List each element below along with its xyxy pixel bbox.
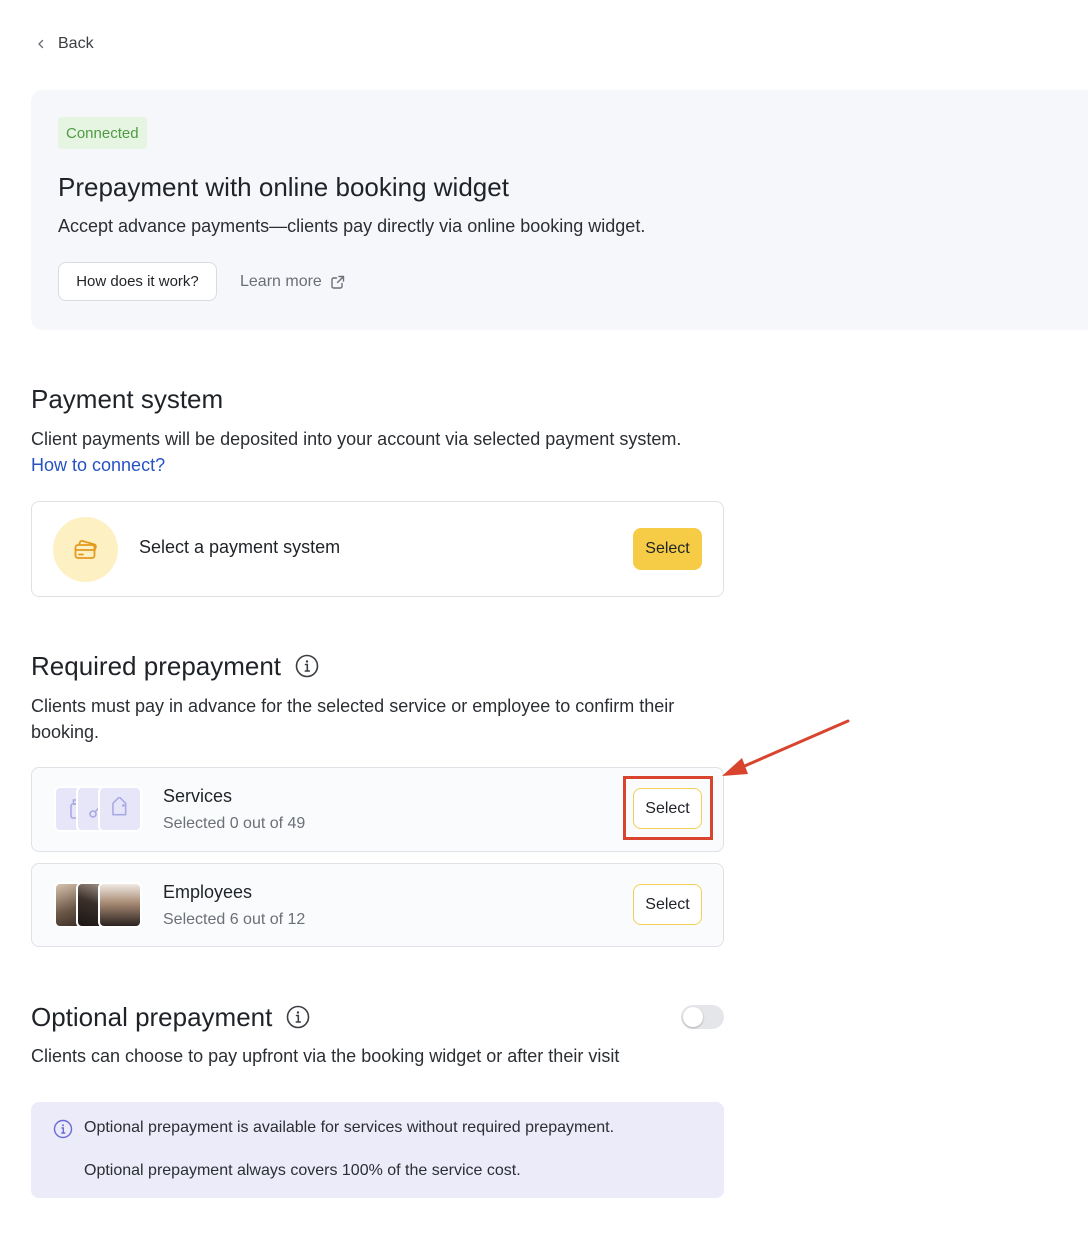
- payment-system-label: Select a payment system: [139, 537, 341, 557]
- note-line: Optional prepayment is available for ser…: [84, 1119, 615, 1136]
- required-prepayment-title-text: Required prepayment: [31, 651, 282, 681]
- info-icon[interactable]: [295, 654, 319, 678]
- page-title: Prepayment with online booking widget: [58, 172, 509, 202]
- employees-title: Employees: [163, 882, 253, 902]
- required-prepayment-description: Clients must pay in advance for the sele…: [31, 696, 675, 742]
- chevron-left-icon: [38, 39, 44, 49]
- credit-card-icon: [74, 539, 97, 559]
- optional-prepayment-toggle[interactable]: [681, 1005, 724, 1029]
- services-count: Selected 0 out of 49: [163, 815, 306, 832]
- how-to-connect-link[interactable]: How to connect?: [31, 455, 165, 475]
- external-link-icon: [331, 275, 345, 289]
- toggle-knob: [683, 1007, 703, 1027]
- employees-row: Employees Selected 6 out of 12 Select: [31, 863, 724, 947]
- payment-system-title-text: Payment system: [31, 384, 224, 414]
- back-link[interactable]: Back: [36, 34, 94, 54]
- prepayment-hero-card: Connected Prepayment with online booking…: [31, 90, 1088, 330]
- how-does-it-work-button[interactable]: How does it work?: [58, 262, 217, 301]
- payment-system-title: Payment system: [31, 382, 223, 416]
- status-badge: Connected: [58, 117, 147, 149]
- payment-system-description: Client payments will be deposited into y…: [31, 426, 721, 478]
- required-prepayment-title: Required prepayment: [31, 649, 319, 683]
- optional-prepayment-description: Clients can choose to pay upfront via th…: [31, 1046, 620, 1066]
- employee-avatars: [54, 882, 144, 928]
- info-note: Optional prepayment is available for ser…: [31, 1102, 724, 1198]
- page-description: Accept advance payments—clients pay dire…: [58, 216, 646, 236]
- optional-prepayment-title-text: Optional prepayment: [31, 1002, 273, 1032]
- tag-icon: [112, 797, 127, 816]
- payment-system-card: Select a payment system Select: [31, 501, 724, 597]
- back-label: Back: [58, 35, 94, 52]
- learn-more-label: Learn more: [240, 273, 322, 290]
- services-row: Services Selected 0 out of 49 Select: [31, 767, 724, 852]
- service-thumb: [98, 786, 142, 832]
- select-services-button[interactable]: Select: [633, 788, 702, 829]
- learn-more-link[interactable]: Learn more: [240, 271, 346, 293]
- avatar: [98, 882, 142, 928]
- payment-icon-circle: [53, 517, 118, 582]
- select-payment-system-button[interactable]: Select: [633, 528, 702, 570]
- select-employees-button[interactable]: Select: [633, 884, 702, 925]
- optional-prepayment-title: Optional prepayment: [31, 1000, 310, 1034]
- services-thumbnails: [54, 786, 144, 832]
- annotation-arrow-icon: [722, 719, 850, 776]
- note-line: Optional prepayment always covers 100% o…: [84, 1162, 521, 1179]
- info-icon: [53, 1119, 73, 1139]
- employees-count: Selected 6 out of 12: [163, 911, 306, 928]
- services-title: Services: [163, 786, 233, 806]
- payment-system-description-text: Client payments will be deposited into y…: [31, 429, 682, 449]
- info-icon[interactable]: [286, 1005, 310, 1029]
